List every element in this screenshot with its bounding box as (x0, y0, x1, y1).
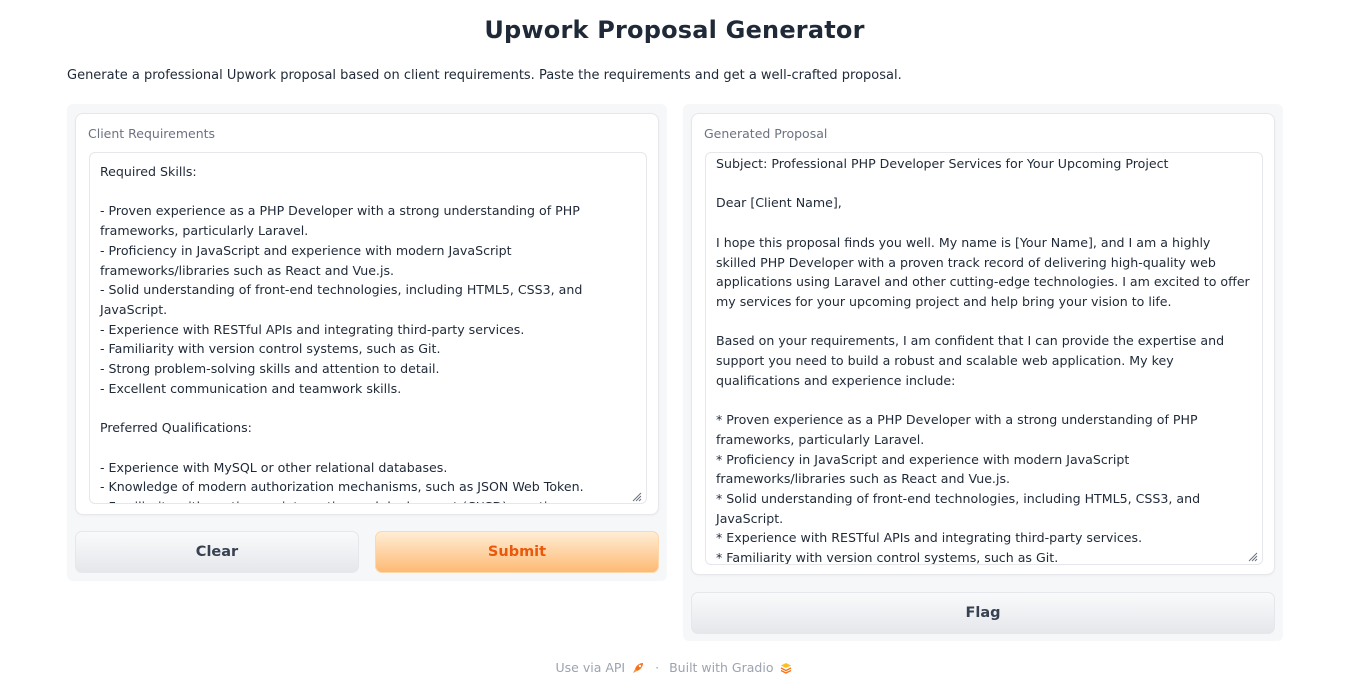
client-requirements-panel: Client Requirements Required Skills: - P… (75, 113, 659, 515)
clear-button[interactable]: Clear (75, 531, 359, 573)
page-description: Generate a professional Upwork proposal … (67, 68, 902, 83)
generated-proposal-textarea[interactable]: Subject: Professional PHP Developer Serv… (705, 152, 1263, 565)
client-requirements-label: Client Requirements (88, 126, 216, 141)
rocket-icon (633, 662, 644, 673)
output-column: Generated Proposal Subject: Professional… (683, 104, 1283, 641)
generated-proposal-label: Generated Proposal (704, 126, 828, 141)
footer-separator: · (655, 660, 660, 675)
use-via-api-link[interactable]: Use via API (556, 660, 626, 675)
generated-proposal-panel: Generated Proposal Subject: Professional… (691, 113, 1275, 575)
submit-button[interactable]: Submit (375, 531, 659, 573)
gradio-logo-icon (781, 662, 792, 674)
flag-button[interactable]: Flag (691, 592, 1275, 634)
input-column: Client Requirements Required Skills: - P… (67, 104, 667, 581)
page-title: Upwork Proposal Generator (484, 16, 865, 44)
resize-handle-icon[interactable] (1246, 550, 1258, 562)
client-requirements-textarea[interactable]: Required Skills: - Proven experience as … (89, 152, 647, 504)
resize-handle-icon[interactable] (630, 490, 642, 502)
built-with-gradio-link[interactable]: Built with Gradio (669, 660, 773, 675)
footer: Use via API · Built with Gradio (0, 660, 1349, 675)
